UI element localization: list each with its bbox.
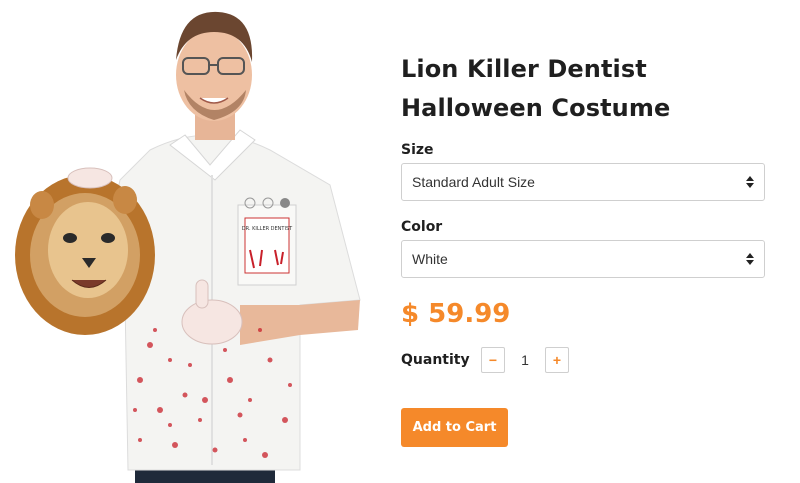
select-caret-icon bbox=[746, 176, 754, 188]
quantity-increment-button[interactable]: + bbox=[545, 347, 569, 373]
size-select[interactable]: Standard Adult Size bbox=[401, 163, 765, 201]
select-caret-icon bbox=[746, 253, 754, 265]
quantity-decrement-button[interactable]: − bbox=[481, 347, 505, 373]
product-image: DR. KILLER DENTIST bbox=[0, 0, 385, 483]
color-selected-value: White bbox=[412, 251, 448, 267]
product-title: Lion Killer Dentist Halloween Costume bbox=[401, 55, 671, 122]
add-to-cart-button[interactable]: Add to Cart bbox=[401, 408, 508, 447]
size-label: Size bbox=[401, 142, 434, 158]
quantity-stepper: Quantity − 1 + bbox=[401, 346, 771, 374]
product-info: Lion Killer Dentist Halloween Costume Si… bbox=[401, 50, 771, 447]
quantity-value[interactable]: 1 bbox=[505, 352, 545, 368]
pocket-badge-text: DR. KILLER DENTIST bbox=[242, 226, 293, 232]
color-select[interactable]: White bbox=[401, 240, 765, 278]
price: $ 59.99 bbox=[401, 299, 511, 329]
size-selected-value: Standard Adult Size bbox=[412, 174, 535, 190]
color-label: Color bbox=[401, 219, 443, 235]
quantity-label: Quantity bbox=[401, 352, 470, 368]
